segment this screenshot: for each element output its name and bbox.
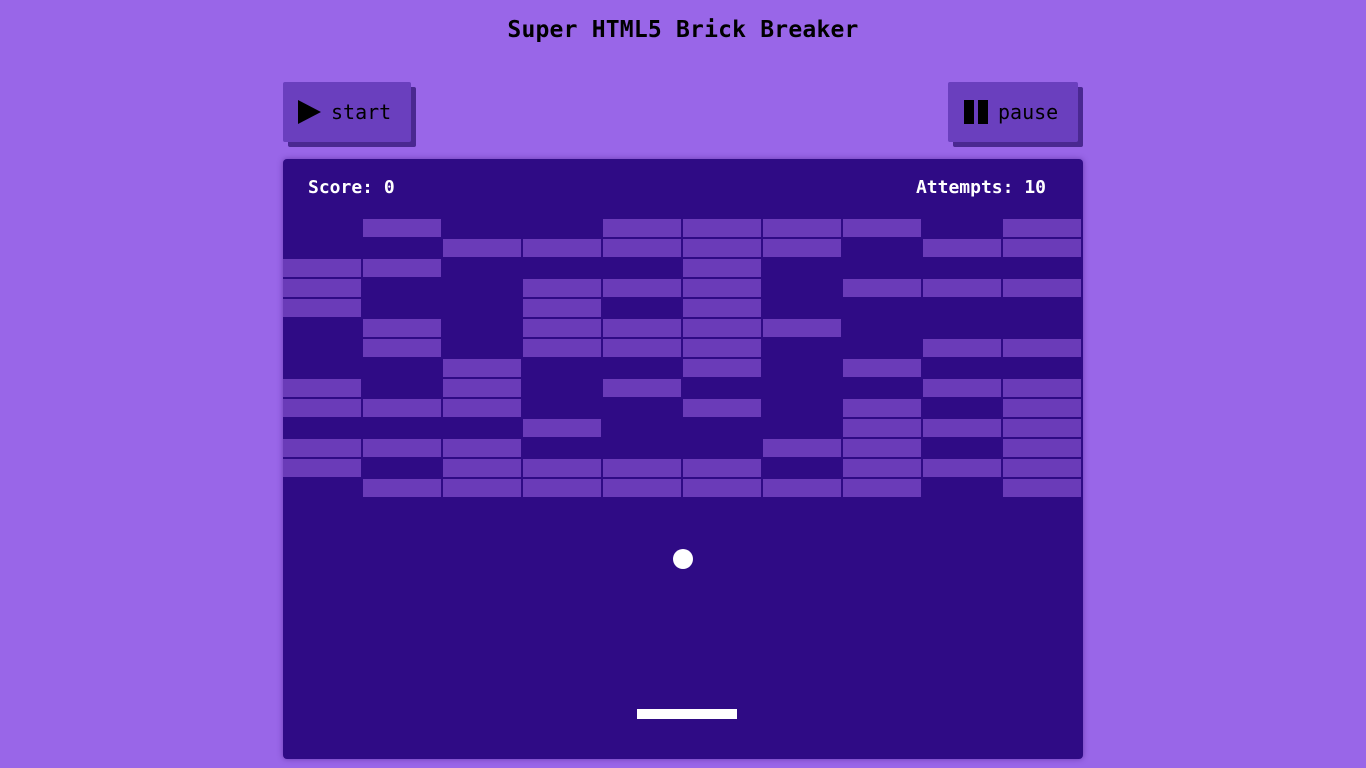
brick xyxy=(1003,379,1081,397)
brick xyxy=(283,459,361,477)
brick xyxy=(603,379,681,397)
brick xyxy=(683,319,761,337)
brick xyxy=(683,259,761,277)
start-button-label: start xyxy=(331,100,392,124)
brick xyxy=(843,219,921,237)
brick xyxy=(1003,399,1081,417)
brick xyxy=(443,439,521,457)
brick xyxy=(1003,479,1081,497)
brick xyxy=(603,239,681,257)
brick xyxy=(443,359,521,377)
brick xyxy=(843,479,921,497)
brick xyxy=(763,319,841,337)
brick xyxy=(603,279,681,297)
brick xyxy=(923,379,1001,397)
brick xyxy=(443,399,521,417)
brick xyxy=(763,439,841,457)
pause-button[interactable]: pause xyxy=(948,82,1078,142)
brick xyxy=(683,299,761,317)
brick xyxy=(363,259,441,277)
brick xyxy=(443,379,521,397)
attempts-display: Attempts: 10 xyxy=(915,177,1046,198)
brick xyxy=(363,219,441,237)
brick xyxy=(523,339,601,357)
brick xyxy=(683,399,761,417)
brick xyxy=(843,279,921,297)
brick xyxy=(683,459,761,477)
score-display: Score: 0 xyxy=(308,177,395,198)
brick xyxy=(683,339,761,357)
brick xyxy=(683,479,761,497)
brick xyxy=(523,299,601,317)
brick xyxy=(283,299,361,317)
brick xyxy=(683,239,761,257)
page-title: Super HTML5 Brick Breaker xyxy=(507,17,859,43)
brick xyxy=(923,279,1001,297)
brick xyxy=(1003,339,1081,357)
brick xyxy=(923,419,1001,437)
game-board[interactable]: Score: 0 Attempts: 10 xyxy=(283,159,1083,759)
brick xyxy=(363,439,441,457)
brick xyxy=(283,379,361,397)
brick xyxy=(603,339,681,357)
brick xyxy=(603,219,681,237)
brick xyxy=(1003,279,1081,297)
brick xyxy=(283,399,361,417)
brick xyxy=(523,419,601,437)
brick xyxy=(603,459,681,477)
brick xyxy=(683,219,761,237)
brick xyxy=(1003,419,1081,437)
brick xyxy=(443,459,521,477)
brick xyxy=(843,359,921,377)
brick xyxy=(363,479,441,497)
brick xyxy=(843,459,921,477)
start-button[interactable]: start xyxy=(283,82,411,142)
brick xyxy=(523,279,601,297)
brick xyxy=(1003,219,1081,237)
brick xyxy=(763,239,841,257)
pause-icon xyxy=(964,100,988,124)
brick xyxy=(923,339,1001,357)
paddle[interactable] xyxy=(637,709,737,719)
brick xyxy=(1003,439,1081,457)
brick xyxy=(523,239,601,257)
ball xyxy=(673,549,693,569)
brick xyxy=(363,339,441,357)
brick xyxy=(763,219,841,237)
brick xyxy=(283,259,361,277)
brick xyxy=(363,319,441,337)
brick xyxy=(923,239,1001,257)
brick xyxy=(443,239,521,257)
brick xyxy=(283,439,361,457)
brick xyxy=(443,479,521,497)
brick xyxy=(923,459,1001,477)
brick xyxy=(523,319,601,337)
play-icon xyxy=(298,100,321,124)
brick xyxy=(843,439,921,457)
brick xyxy=(683,359,761,377)
brick xyxy=(763,479,841,497)
brick xyxy=(843,419,921,437)
brick xyxy=(1003,239,1081,257)
pause-button-label: pause xyxy=(998,100,1059,124)
brick xyxy=(523,479,601,497)
brick xyxy=(523,459,601,477)
brick xyxy=(603,479,681,497)
brick xyxy=(843,399,921,417)
brick xyxy=(603,319,681,337)
brick xyxy=(283,279,361,297)
brick xyxy=(683,279,761,297)
brick xyxy=(363,399,441,417)
brick xyxy=(1003,459,1081,477)
